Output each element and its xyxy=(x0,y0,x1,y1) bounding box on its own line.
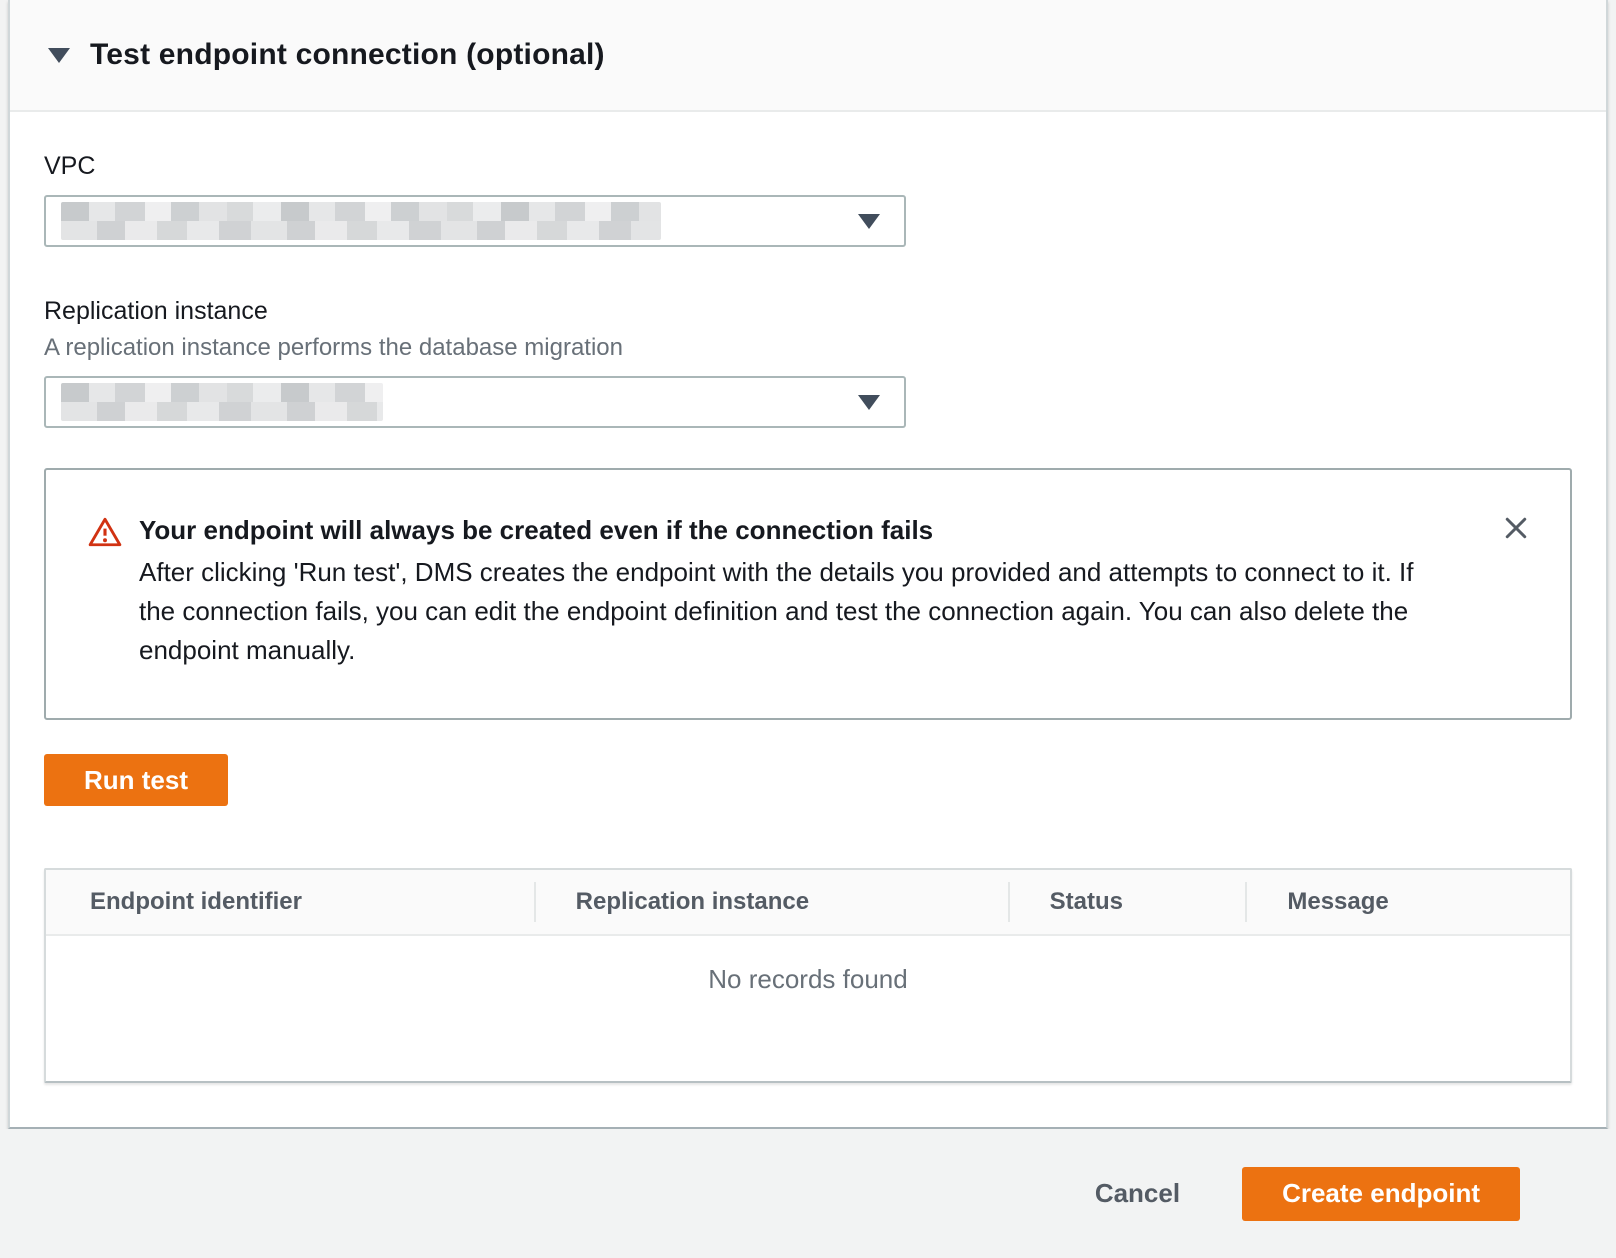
vpc-select[interactable] xyxy=(44,195,906,247)
run-test-button[interactable]: Run test xyxy=(44,754,228,806)
replication-instance-description: A replication instance performs the data… xyxy=(44,334,1572,362)
vpc-redacted-value xyxy=(61,202,661,240)
test-results-table: Endpoint identifier Replication instance… xyxy=(44,868,1572,1083)
column-header-endpoint-identifier: Endpoint identifier xyxy=(46,870,534,934)
create-endpoint-button[interactable]: Create endpoint xyxy=(1242,1167,1520,1221)
alert-title: Your endpoint will always be created eve… xyxy=(139,514,1449,547)
alert-content: Your endpoint will always be created eve… xyxy=(139,514,1449,670)
column-header-status: Status xyxy=(1008,870,1246,934)
section-title: Test endpoint connection (optional) xyxy=(90,38,605,72)
caret-down-icon xyxy=(48,48,70,63)
replication-instance-label: Replication instance xyxy=(44,297,1572,326)
table-empty-state: No records found xyxy=(46,936,1570,1081)
vpc-field: VPC xyxy=(44,152,1572,247)
vpc-label: VPC xyxy=(44,152,1572,181)
section-header[interactable]: Test endpoint connection (optional) xyxy=(10,0,1606,112)
replication-instance-select[interactable] xyxy=(44,376,906,428)
test-endpoint-connection-section: Test endpoint connection (optional) VPC … xyxy=(8,0,1608,1129)
replication-instance-redacted-value xyxy=(61,383,383,421)
page: Test endpoint connection (optional) VPC … xyxy=(0,0,1616,1258)
warning-triangle-icon xyxy=(88,516,122,670)
alert-body: After clicking 'Run test', DMS creates t… xyxy=(139,553,1449,670)
section-body: VPC Replication instance A replication i… xyxy=(10,152,1606,1127)
warning-alert: Your endpoint will always be created eve… xyxy=(44,468,1572,720)
close-icon[interactable] xyxy=(1494,506,1538,550)
column-header-message: Message xyxy=(1245,870,1570,934)
replication-instance-field: Replication instance A replication insta… xyxy=(44,297,1572,428)
footer-actions: Cancel Create endpoint xyxy=(0,1129,1616,1258)
caret-down-icon xyxy=(858,395,880,410)
cancel-button[interactable]: Cancel xyxy=(1065,1167,1210,1221)
table-header-row: Endpoint identifier Replication instance… xyxy=(46,870,1570,936)
column-header-replication-instance: Replication instance xyxy=(534,870,1008,934)
caret-down-icon xyxy=(858,214,880,229)
